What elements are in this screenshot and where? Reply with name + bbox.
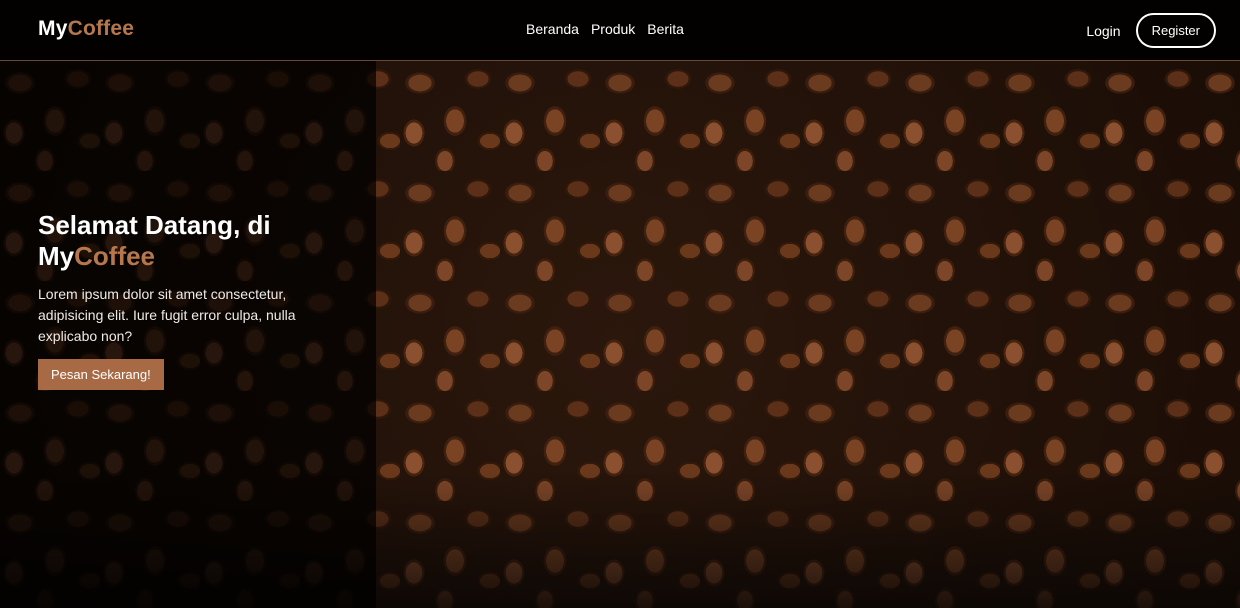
landing-page: MyCoffee Beranda Produk Berita Login Reg… (0, 0, 1240, 608)
brand-logo[interactable]: MyCoffee (38, 17, 134, 41)
hero-section: Selamat Datang, di MyCoffee Lorem ipsum … (38, 210, 358, 390)
hero-title-prefix: My (38, 241, 75, 271)
nav-link-produk[interactable]: Produk (591, 21, 635, 37)
nav-link-berita[interactable]: Berita (647, 21, 684, 37)
hero-title: Selamat Datang, di MyCoffee (38, 210, 358, 272)
register-button[interactable]: Register (1135, 13, 1216, 48)
nav-links: Beranda Produk Berita (526, 21, 684, 37)
hero-title-line1: Selamat Datang, di (38, 210, 271, 240)
order-now-button[interactable]: Pesan Sekarang! (38, 359, 164, 390)
auth-actions: Login Register (1086, 13, 1216, 48)
brand-prefix: My (38, 17, 68, 40)
brand-suffix: Coffee (67, 17, 135, 40)
hero-title-suffix: Coffee (74, 241, 156, 271)
hero-description: Lorem ipsum dolor sit amet consectetur, … (38, 286, 296, 344)
navbar: MyCoffee Beranda Produk Berita Login Reg… (0, 0, 1240, 61)
login-link[interactable]: Login (1086, 23, 1120, 39)
nav-link-beranda[interactable]: Beranda (526, 21, 579, 37)
